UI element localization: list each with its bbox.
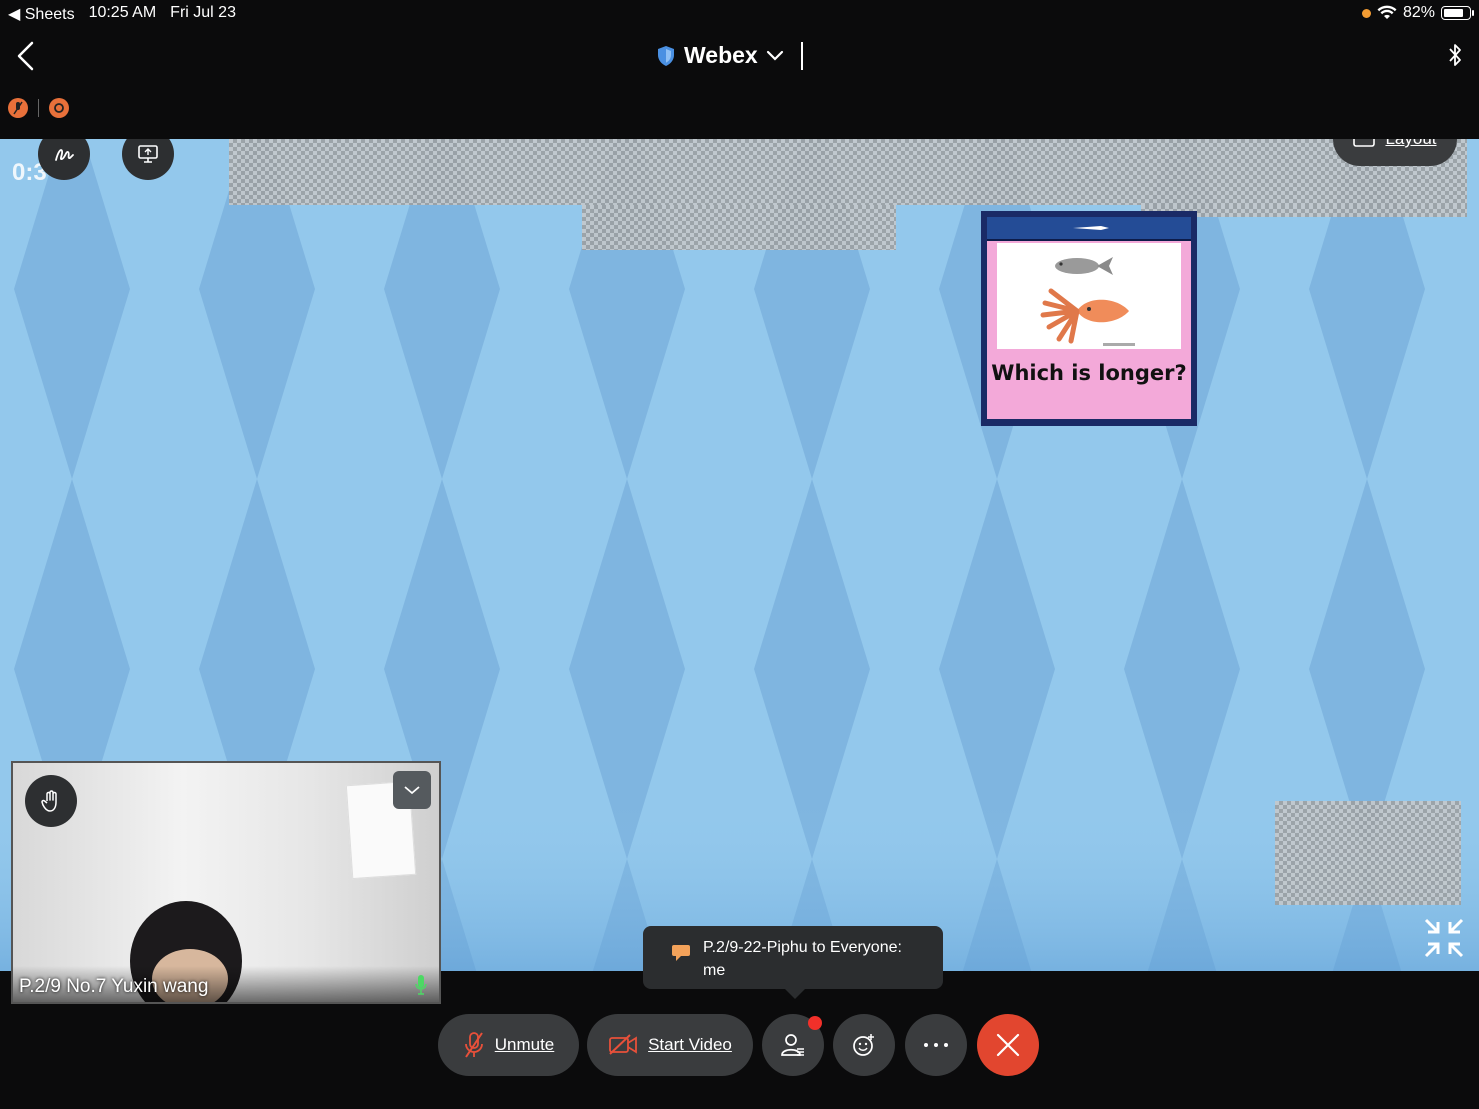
slide-header-bar xyxy=(987,217,1191,242)
self-view-name: P.2/9 No.7 Yuxin wang xyxy=(19,976,209,997)
video-off-icon xyxy=(609,1034,637,1055)
shield-icon xyxy=(658,45,674,66)
layout-label: Layout xyxy=(1385,139,1436,149)
reactions-button[interactable] xyxy=(833,1014,895,1076)
battery-percent: 82% xyxy=(1402,4,1435,21)
chevron-down-icon xyxy=(766,50,783,61)
more-icon xyxy=(924,1043,948,1047)
chat-message: me xyxy=(703,962,726,979)
chat-sender: P.2/9-22-Piphu to Everyone: xyxy=(703,939,902,956)
self-view-options-button[interactable] xyxy=(393,771,431,809)
meeting-title-dropdown[interactable]: Webex xyxy=(656,42,784,69)
start-video-button[interactable]: Start Video xyxy=(587,1014,753,1076)
mic-in-use-indicator xyxy=(1361,8,1371,18)
layout-icon xyxy=(1353,139,1376,147)
wifi-icon xyxy=(1377,5,1397,19)
share-screen-icon xyxy=(138,145,158,163)
redacted-area xyxy=(1275,801,1461,905)
status-time: 10:25 AM xyxy=(88,4,157,21)
slide-thumbnail: Which is longer? xyxy=(981,211,1197,426)
mic-active-icon xyxy=(415,975,427,995)
muted-mic-icon xyxy=(464,1032,483,1058)
status-date: Fri Jul 23 xyxy=(170,4,236,21)
chevron-down-icon xyxy=(404,786,420,795)
unmute-button[interactable]: Unmute xyxy=(438,1014,579,1076)
status-indicators xyxy=(8,98,69,118)
slide-caption-line xyxy=(1103,343,1135,346)
slide-question: Which is longer? xyxy=(991,361,1187,385)
text-cursor xyxy=(801,42,803,70)
annotate-pen-icon xyxy=(55,149,74,161)
participants-button[interactable] xyxy=(762,1014,824,1076)
chat-bubble-icon xyxy=(672,945,690,961)
raise-hand-button[interactable] xyxy=(25,775,77,827)
slide-image-panel xyxy=(997,243,1181,349)
redacted-area xyxy=(582,205,896,250)
close-icon xyxy=(996,1033,1020,1057)
squid-icon xyxy=(1040,288,1129,344)
pencil-icon xyxy=(1073,226,1109,230)
fish-icon xyxy=(1055,257,1113,275)
participants-notification-dot xyxy=(808,1016,822,1030)
back-to-app-link[interactable]: ◀ Sheets xyxy=(8,4,75,24)
chat-notification[interactable]: P.2/9-22-Piphu to Everyone: me xyxy=(643,926,943,999)
start-video-label: Start Video xyxy=(648,1035,732,1054)
hand-icon xyxy=(41,790,57,812)
meeting-header: Webex xyxy=(0,28,1479,88)
recording-indicator-icon xyxy=(49,98,69,118)
layout-button[interactable]: Layout xyxy=(1333,139,1457,166)
toast-tail xyxy=(785,989,805,999)
more-options-button[interactable] xyxy=(905,1014,967,1076)
unmute-label: Unmute xyxy=(494,1035,555,1054)
meeting-title: Webex xyxy=(684,42,758,68)
emoji-icon xyxy=(853,1034,874,1056)
indicator-divider xyxy=(38,99,39,117)
muted-mic-indicator-icon xyxy=(8,98,28,118)
exit-fullscreen-icon[interactable] xyxy=(1422,916,1466,960)
self-video-preview[interactable]: P.2/9 No.7 Yuxin wang xyxy=(11,761,441,1004)
status-bar: ◀ Sheets 10:25 AM Fri Jul 23 82% xyxy=(0,0,1479,28)
leave-meeting-button[interactable] xyxy=(977,1014,1039,1076)
bluetooth-icon[interactable] xyxy=(1447,40,1463,70)
redacted-area xyxy=(229,139,1467,205)
battery-icon xyxy=(1441,6,1474,20)
participants-icon xyxy=(781,1034,804,1056)
back-chevron-icon[interactable] xyxy=(14,40,38,72)
